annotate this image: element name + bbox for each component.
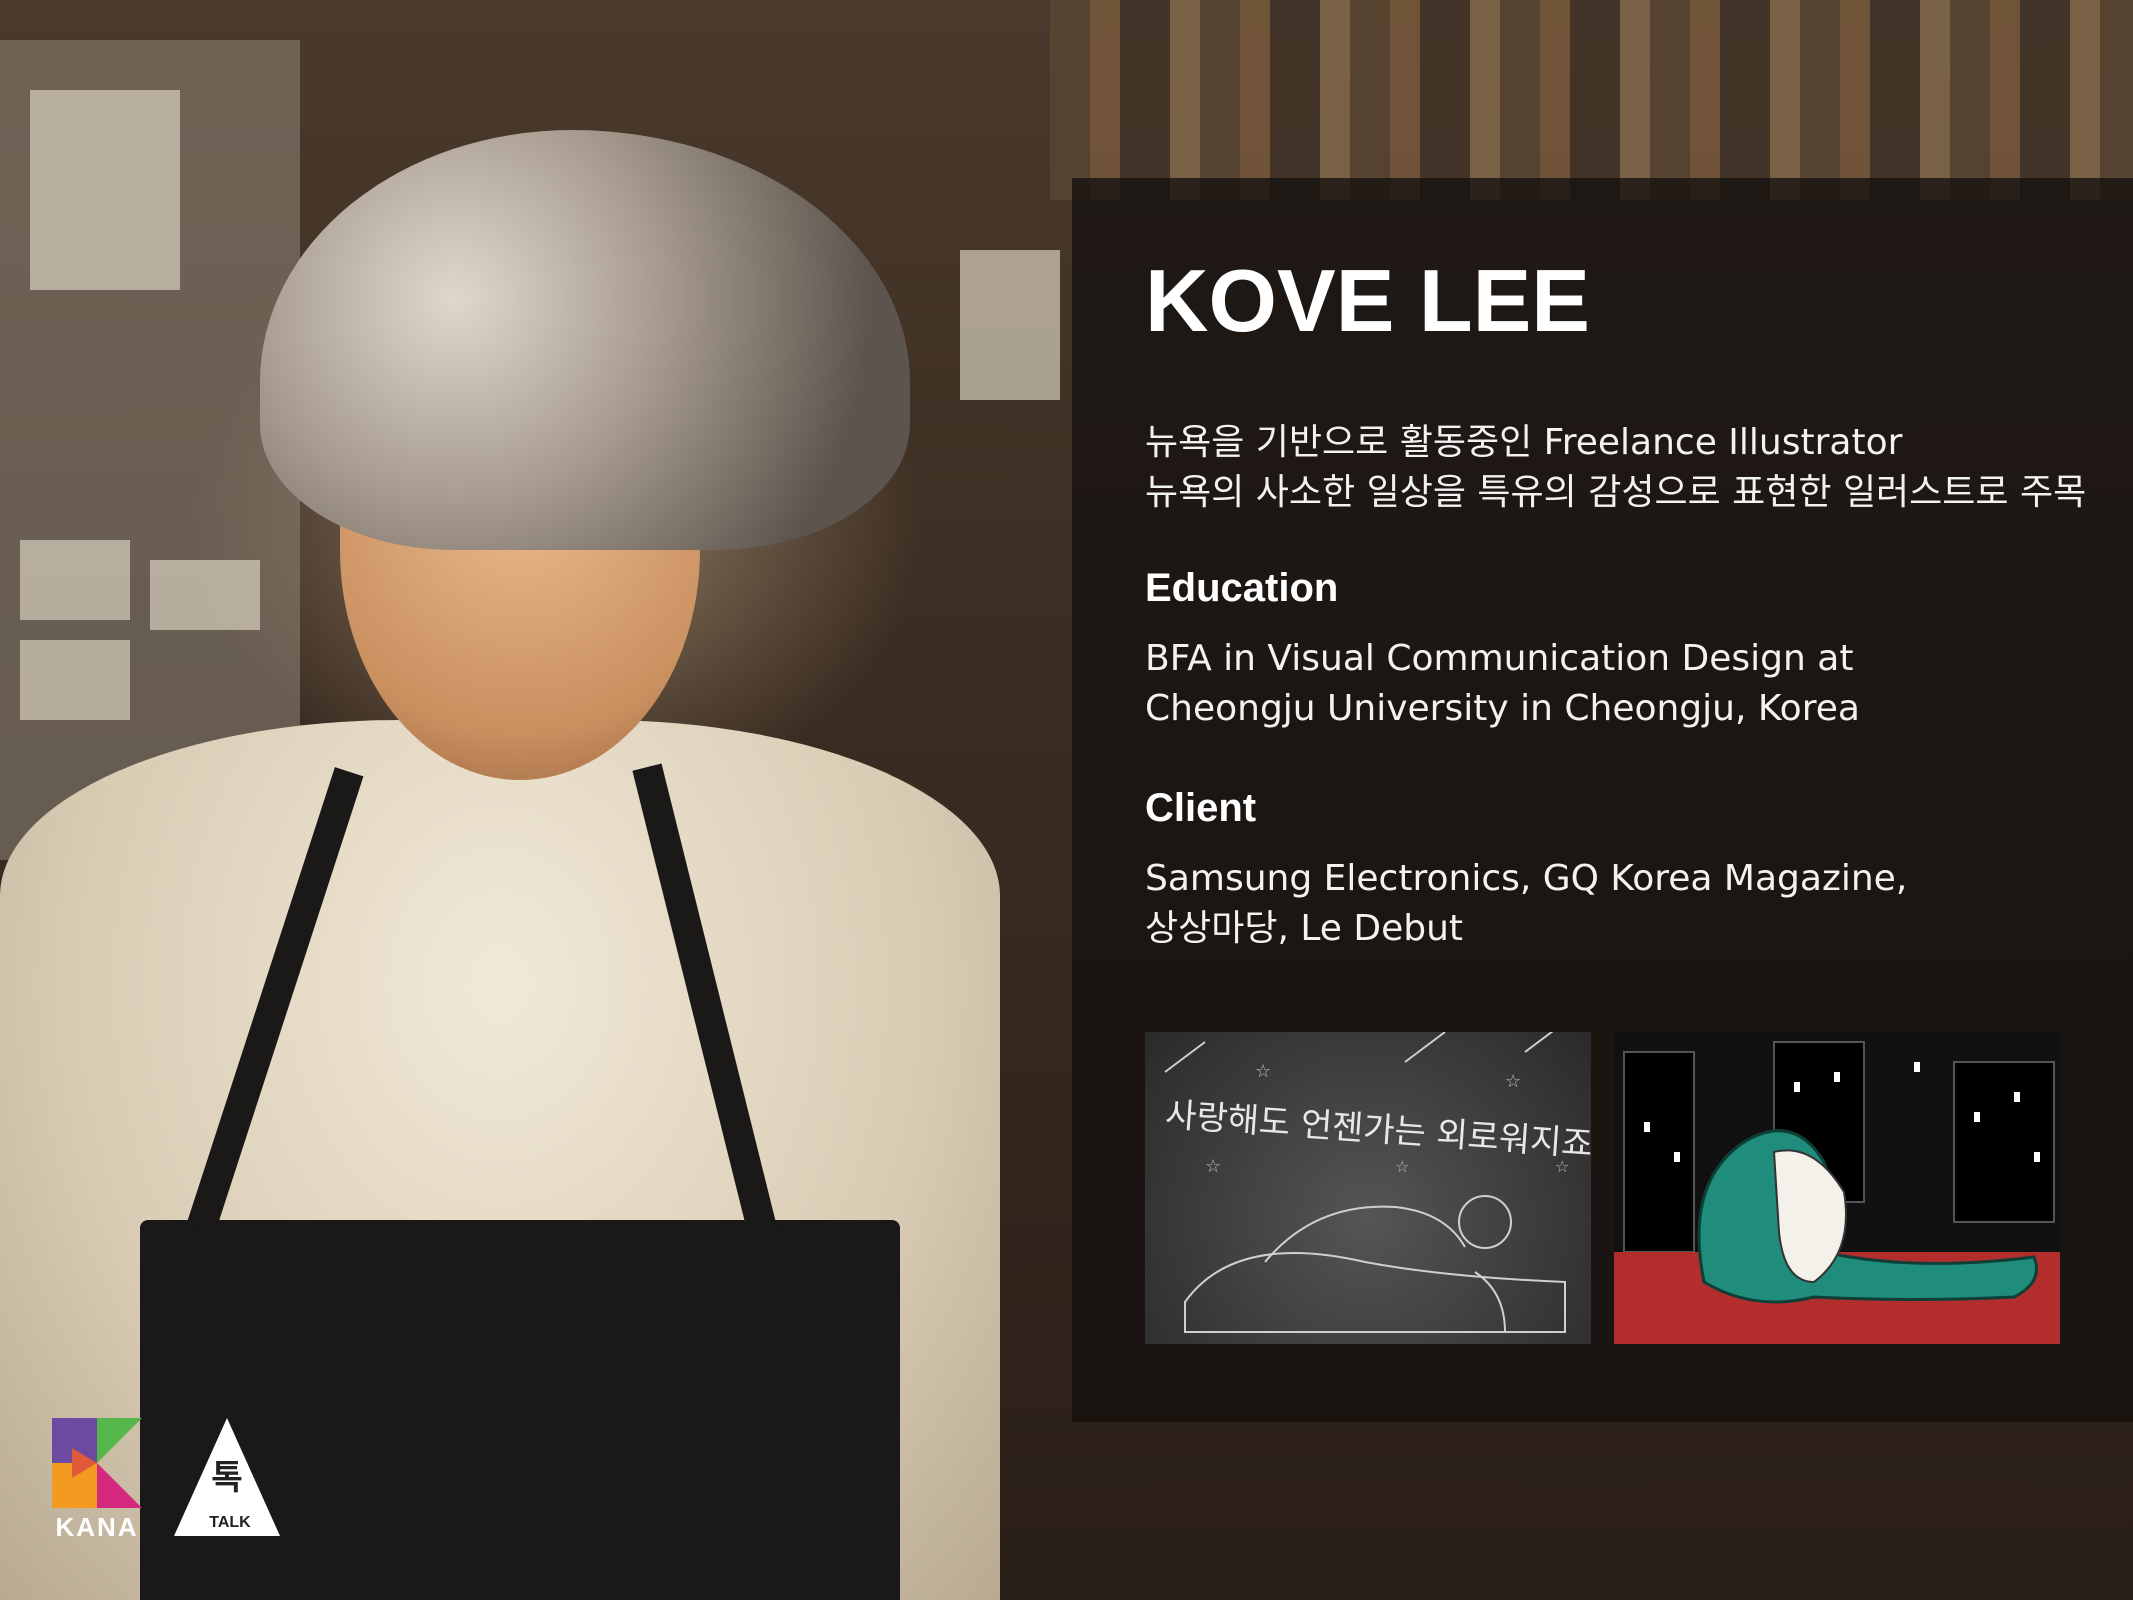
education-line: BFA in Visual Communication Design at: [1145, 638, 1854, 679]
illustration-bathtub-icon: ☆ ☆ ☆ ☆ ☆: [1164, 1032, 1569, 1333]
client-line: Samsung Electronics, GQ Korea Magazine,: [1145, 858, 1908, 899]
intro-text: 뉴욕을 기반으로 활동중인 Freelance Illustrator 뉴욕의 …: [1145, 418, 2095, 518]
artwork-thumbnail-1: ☆ ☆ ☆ ☆ ☆ 사랑해도 언젠가는 외로워지죠: [1145, 1032, 1591, 1344]
illustration-embrace-city-night-icon: [1614, 1032, 2060, 1344]
client-line: 상상마당, Le Debut: [1145, 908, 1464, 949]
pinned-paper: [20, 640, 130, 720]
pinned-paper: [960, 250, 1060, 400]
intro-line: 뉴욕을 기반으로 활동중인 Freelance Illustrator: [1145, 422, 1903, 463]
svg-text:☆: ☆: [1395, 1157, 1409, 1176]
education-heading: Education: [1145, 566, 1339, 610]
kana-label: KANA: [55, 1512, 139, 1542]
pinned-paper: [20, 540, 130, 620]
education-text: BFA in Visual Communication Design at Ch…: [1145, 634, 2095, 734]
branding-logos: KANA 톡 TALK: [52, 1418, 352, 1568]
intro-line: 뉴욕의 사소한 일상을 특유의 감성으로 표현한 일러스트로 주목: [1145, 472, 2087, 513]
svg-text:☆: ☆: [1205, 1156, 1221, 1177]
talk-label: TALK: [209, 1514, 251, 1531]
artwork-thumbnail-2: [1614, 1032, 2060, 1344]
education-line: Cheongju University in Cheongju, Korea: [1145, 688, 1860, 729]
pinned-paper: [30, 90, 180, 290]
client-text: Samsung Electronics, GQ Korea Magazine, …: [1145, 854, 2095, 954]
bookshelf: [1050, 0, 2133, 200]
pinned-paper: [150, 560, 260, 630]
kana-logo-icon: [52, 1418, 142, 1508]
person-hat: [260, 130, 910, 550]
svg-text:☆: ☆: [1505, 1071, 1521, 1092]
svg-text:☆: ☆: [1255, 1061, 1271, 1082]
client-heading: Client: [1145, 786, 1257, 830]
talk-glyph: 톡: [211, 1458, 243, 1498]
profile-name: KOVE LEE: [1145, 251, 1590, 350]
